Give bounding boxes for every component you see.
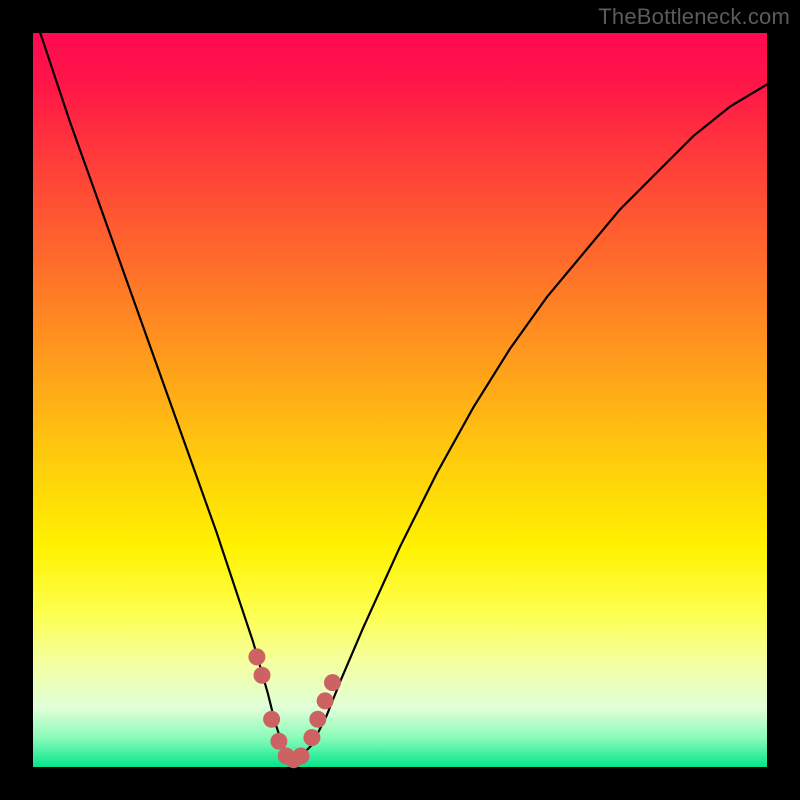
marker-dot [317,692,334,709]
marker-dot [324,674,341,691]
chart-overlay [33,33,767,767]
marker-dot [303,729,320,746]
watermark-text: TheBottleneck.com [598,4,790,30]
marker-dot [254,667,271,684]
marker-dot [270,733,287,750]
marker-dot [263,711,280,728]
marker-dot [292,748,309,765]
chart-frame: TheBottleneck.com [0,0,800,800]
chart-markers [248,648,341,768]
marker-dot [309,711,326,728]
chart-curve [40,33,767,760]
curve-path [40,33,767,760]
marker-dot [248,648,265,665]
